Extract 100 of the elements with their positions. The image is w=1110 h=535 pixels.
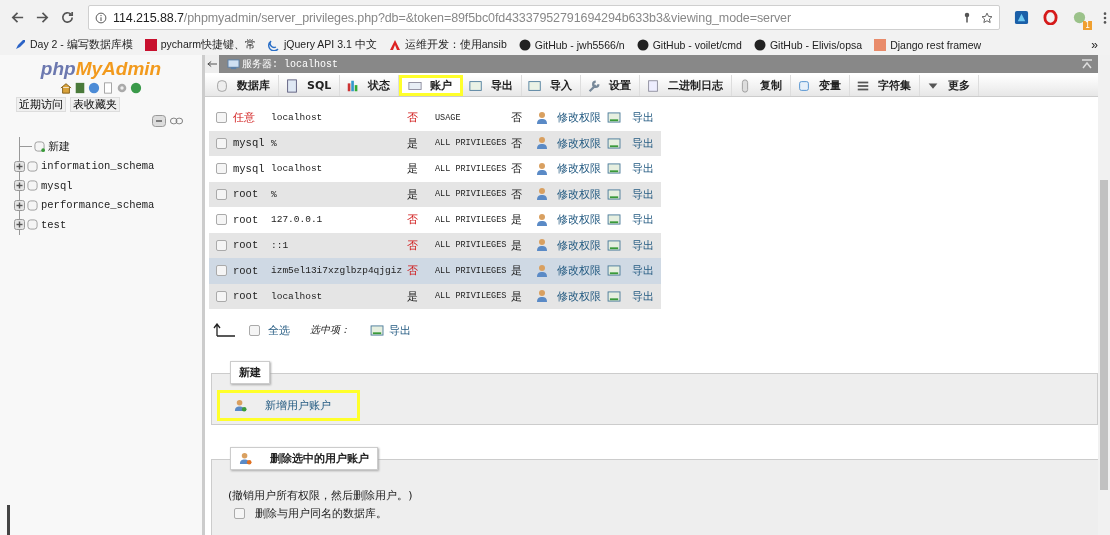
edit-privileges-link[interactable]: 修改权限 (557, 237, 607, 253)
expand-icon[interactable] (14, 199, 25, 211)
checkbox[interactable] (215, 290, 227, 302)
database-link[interactable]: mysql (41, 179, 73, 192)
checkbox[interactable] (215, 137, 227, 149)
export-link[interactable]: 导出 (632, 288, 654, 304)
checkbox[interactable] (249, 324, 260, 336)
checkbox[interactable] (215, 265, 227, 277)
edit-privileges-link[interactable]: 修改权限 (557, 186, 607, 202)
export-link[interactable]: 导出 (632, 161, 654, 177)
user-edit-icon (535, 136, 549, 151)
menu-tab[interactable]: 二进制日志 (640, 75, 733, 96)
help-icon[interactable] (88, 82, 100, 94)
edit-privileges-link[interactable]: 修改权限 (557, 110, 607, 126)
select-all-link[interactable]: 全选 (268, 322, 290, 338)
menu-tab[interactable]: 设置 (581, 75, 641, 96)
address-bar[interactable]: 114.215.88.7/phpmyadmin/server_privileges.php?db=&token=89f5bc0fd43337952791694294b633b3&viewing_mode=server (88, 5, 1000, 30)
bookmark[interactable]: GitHub - jwh5566/n (518, 39, 625, 51)
scrollbar[interactable] (1098, 55, 1110, 535)
bookmark[interactable]: Django rest framew (874, 39, 982, 51)
export-icon (607, 112, 622, 124)
edit-privileges-link[interactable]: 修改权限 (557, 212, 607, 228)
document-icon[interactable] (102, 82, 114, 94)
menu-tab[interactable]: 更多 (920, 75, 980, 96)
export-icon (607, 265, 622, 277)
database-link[interactable]: information_schema (41, 160, 155, 173)
forward-icon[interactable] (35, 10, 50, 25)
checkbox[interactable] (215, 112, 227, 124)
edit-privileges-link[interactable]: 修改权限 (557, 161, 607, 177)
bookmark[interactable]: 运维开发：使用ansib (388, 38, 507, 52)
fieldset-legend: 删除选中的用户账户 (270, 451, 369, 466)
table-cell-text: 是 (407, 135, 419, 151)
database-link[interactable]: performance_schema (41, 199, 155, 212)
more-bookmarks[interactable]: » (1091, 38, 1098, 52)
table-cell-text: 否 (407, 237, 419, 253)
menu-tab[interactable]: SQL (279, 75, 341, 96)
add-user-link[interactable]: 新增用户账户 (217, 390, 360, 421)
collapse-up-icon[interactable] (1081, 59, 1093, 69)
user-edit-icon (535, 238, 549, 253)
edit-privileges-link[interactable]: 修改权限 (557, 288, 607, 304)
resize-handle[interactable] (7, 505, 10, 535)
ring-icon[interactable] (1043, 10, 1058, 25)
logo[interactable]: phpMyAdmin (16, 58, 186, 80)
menu-tab[interactable]: 复制 (732, 75, 792, 96)
menu-tab[interactable]: 导出 (463, 75, 523, 96)
expand-icon[interactable] (14, 219, 25, 231)
table-cell-text: 是 (407, 161, 419, 177)
export-link[interactable]: 导出 (389, 322, 411, 338)
bookmark[interactable]: pycharm快捷键、常 (144, 38, 257, 52)
export-icon[interactable] (370, 324, 385, 336)
menu-icon[interactable] (1103, 10, 1107, 25)
user-edit-icon (535, 161, 549, 176)
table-cell-text: localhost (271, 112, 324, 124)
table-cell-text: mysql (233, 162, 266, 175)
table-cell-text: root (233, 290, 260, 303)
checkbox[interactable] (234, 508, 245, 519)
database-link[interactable]: test (41, 218, 67, 231)
menu-tab[interactable]: 字符集 (850, 75, 921, 96)
expand-icon[interactable] (14, 160, 25, 172)
home-icon[interactable] (60, 82, 72, 94)
circle-icon[interactable] (1072, 10, 1087, 25)
checkbox[interactable] (215, 163, 227, 175)
menu-tab[interactable]: 变量 (791, 75, 851, 96)
sidebar-button[interactable]: 表收藏夹 (70, 97, 120, 112)
checkbox[interactable] (215, 239, 227, 251)
menu-tab[interactable]: 数据库 (209, 75, 279, 96)
star-icon[interactable] (981, 11, 993, 24)
table-cell-text: ALL PRIVILEGES (435, 240, 508, 251)
link-icon[interactable] (170, 117, 183, 125)
extension-icon[interactable] (1014, 10, 1029, 25)
breadcrumb[interactable]: 服务器: localhost (242, 57, 338, 71)
table-cell-text: % (271, 188, 278, 200)
export-link[interactable]: 导出 (632, 237, 654, 253)
checkbox[interactable] (215, 214, 227, 226)
export-link[interactable]: 导出 (632, 135, 654, 151)
edit-privileges-link[interactable]: 修改权限 (557, 263, 607, 279)
bookmark[interactable]: GitHub - voilet/cmd (636, 39, 742, 51)
menu-tab[interactable]: 导入 (522, 75, 582, 96)
collapse-all-icon[interactable] (152, 115, 166, 127)
table-cell-text: 是 (407, 288, 419, 304)
edit-privileges-link[interactable]: 修改权限 (557, 135, 607, 151)
export-link[interactable]: 导出 (632, 212, 654, 228)
expand-icon[interactable] (14, 180, 25, 192)
database-link[interactable]: 新建 (48, 139, 70, 155)
export-link[interactable]: 导出 (632, 110, 654, 126)
info-icon[interactable] (95, 11, 107, 24)
bookmark[interactable]: jQuery API 3.1 中文 (268, 38, 377, 52)
table-cell-text: ALL PRIVILEGES (435, 265, 508, 276)
export-link[interactable]: 导出 (632, 186, 654, 202)
sidebar-button[interactable]: 近期访问 (16, 97, 66, 112)
back-icon[interactable] (10, 10, 25, 25)
export-icon (607, 163, 622, 175)
export-link[interactable]: 导出 (632, 263, 654, 279)
menu-tab[interactable]: 账户 (399, 75, 464, 96)
bookmark[interactable]: GitHub - Elivis/opsa (753, 39, 863, 51)
bookmark[interactable]: Day 2 - 编写数据库模 (14, 38, 133, 52)
checkbox[interactable] (215, 188, 227, 200)
table-cell-text: ALL PRIVILEGES (435, 214, 508, 225)
table-cell-text: 是 (511, 263, 523, 279)
table-cell-text: localhost (271, 290, 324, 302)
